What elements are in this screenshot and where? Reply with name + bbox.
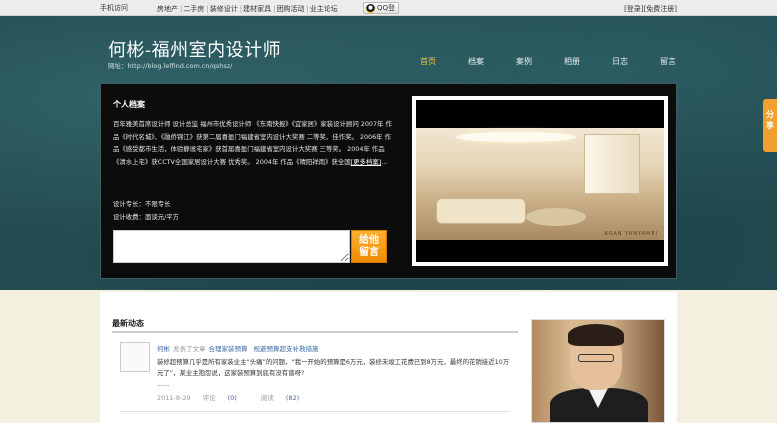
nav-album[interactable]: 相册 — [548, 56, 596, 67]
interior-design-photo: KUAN YANYAMEI — [416, 128, 664, 240]
qq-login-label: QQ登 — [377, 4, 396, 12]
nav-cases[interactable]: 案例 — [500, 56, 548, 67]
feed-item-meta: 2011-8-29 评论 (0) 阅读 (82) — [157, 392, 323, 402]
portal-link-forum[interactable]: 业主论坛 — [310, 5, 338, 13]
separator: | — [306, 5, 309, 13]
feed-date: 2011-8-29 — [157, 394, 191, 402]
section-divider — [112, 331, 518, 333]
feed-body-text: 装修超预算几乎是所有家装业主“头痛”的问题，“我一开始的预算是6万元，装修未竣工… — [157, 358, 510, 377]
comments-link[interactable]: 评论 (0) — [203, 394, 249, 402]
qq-login-button[interactable]: QQ登 — [363, 2, 399, 14]
separator: | — [180, 5, 183, 13]
portal-link-second-hand[interactable]: 二手房 — [183, 5, 204, 13]
main-nav: 首页 档案 案例 相册 日志 留言 — [404, 56, 692, 70]
login-register-links[interactable]: [登录][免费注册] — [624, 4, 677, 14]
reads-info: 阅读 (82) — [261, 394, 311, 402]
feed-item-header: 何彬 发表了文章 合理家装预算 规避预算超支补救措施 — [157, 343, 325, 353]
feed-tag-link[interactable]: 规避预算超支补救措施 — [254, 345, 319, 353]
design-specialty: 设计专长：不限专长 — [113, 200, 171, 208]
nav-guestbook[interactable]: 留言 — [644, 56, 692, 67]
feed-tag-link[interactable]: 合理家装预算 — [209, 345, 248, 353]
reads-count: (82) — [285, 394, 300, 402]
message-input[interactable] — [113, 230, 350, 263]
feed-body-ellipsis: ...... — [157, 380, 170, 388]
comments-count: (0) — [227, 394, 237, 402]
site-url: 网址：http://blog.leffind.com.cn/qshsz/ — [108, 62, 233, 70]
profile-panel: 个人档案 百年雅美首席设计师 设计总监 福州市优秀设计师 《东南快报》《宜家居》… — [100, 83, 677, 279]
portal-link-materials[interactable]: 建材家具 — [243, 5, 271, 13]
nav-profile[interactable]: 档案 — [452, 56, 500, 67]
portrait-hair — [568, 324, 624, 346]
separator: | — [239, 5, 243, 13]
nav-home[interactable]: 首页 — [404, 56, 452, 67]
comments-label: 评论 — [202, 394, 216, 402]
portrait-glasses — [578, 354, 614, 362]
feed-divider — [120, 411, 510, 412]
nav-blog[interactable]: 日志 — [596, 56, 644, 67]
reads-label: 阅读 — [260, 394, 274, 402]
sofa-shape — [436, 198, 526, 224]
featured-photo-frame: KUAN YANYAMEI — [412, 96, 668, 266]
portal-link-real-estate[interactable]: 房地产 — [157, 5, 178, 13]
avatar[interactable] — [120, 342, 150, 372]
profile-title: 个人档案 — [113, 100, 145, 109]
portal-links: 房地产 |二手房 |装修设计 |建材家具 |团购活动 |业主论坛 — [157, 4, 339, 14]
main-content: 最新动态 何彬 发表了文章 合理家装预算 规避预算超支补救措施 装修超预算几乎是所有家… — [100, 292, 677, 423]
site-title: 何彬-福州室内设计师 — [108, 40, 282, 61]
more-profile-link[interactable]: [更多档案] — [351, 158, 382, 166]
latest-activity-title: 最新动态 — [112, 319, 144, 328]
profile-extra: 设计专长：不限专长 设计收费：面谈元/平方 — [113, 198, 179, 224]
window-shape — [584, 134, 640, 194]
featured-photo[interactable]: KUAN YANYAMEI — [416, 100, 664, 262]
profile-bio: 百年雅美首席设计师 设计总监 福州市优秀设计师 《东南快报》《宜家居》家装设计顾… — [113, 118, 396, 169]
leave-message-label: 给他留言 — [359, 235, 379, 258]
profile-bio-ellipsis: ... — [381, 158, 388, 167]
top-bar: 手机访问 房地产 |二手房 |装修设计 |建材家具 |团购活动 |业主论坛 QQ登 [登录… — [0, 0, 777, 16]
share-tab[interactable]: 分享 — [763, 99, 777, 152]
ceiling-light — [456, 132, 576, 142]
leave-message-button[interactable]: 给他留言 — [351, 230, 387, 263]
separator: | — [206, 5, 209, 13]
feed-author-link[interactable]: 何彬 — [157, 345, 170, 353]
mobile-access-link[interactable]: 手机访问 — [100, 3, 128, 13]
share-label: 分享 — [766, 110, 774, 130]
portal-link-decoration[interactable]: 装修设计 — [210, 5, 238, 13]
feed-item-body: 装修超预算几乎是所有家装业主“头痛”的问题，“我一开始的预算是6万元，装修未竣工… — [157, 357, 513, 390]
table-shape — [526, 208, 586, 226]
design-fee: 设计收费：面谈元/平方 — [113, 213, 180, 221]
portal-link-group-buy[interactable]: 团购活动 — [276, 5, 304, 13]
author-portrait[interactable] — [531, 319, 665, 423]
feed-verb: 发表了文章 — [173, 345, 206, 353]
photo-watermark: KUAN YANYAMEI — [604, 231, 658, 237]
qq-penguin-icon — [366, 4, 375, 13]
